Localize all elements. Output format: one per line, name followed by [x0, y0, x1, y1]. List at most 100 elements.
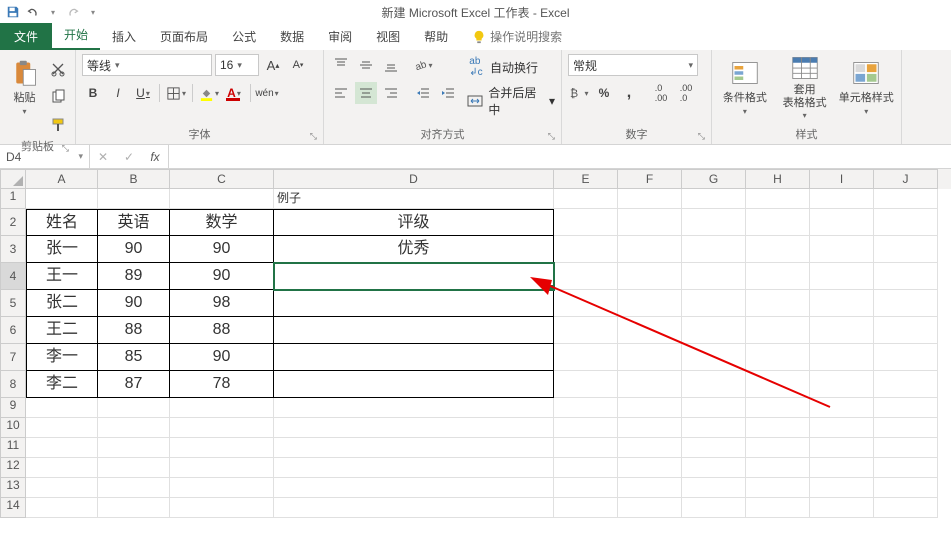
cell[interactable] [274, 478, 554, 498]
cell[interactable]: 数学 [170, 209, 274, 236]
redo-icon[interactable] [66, 5, 80, 19]
cell[interactable]: 90 [98, 236, 170, 263]
cell[interactable] [874, 344, 938, 371]
merge-center-button[interactable]: 合并后居中▾ [465, 84, 555, 118]
cell[interactable] [618, 344, 682, 371]
cell[interactable] [274, 317, 554, 344]
tab-file[interactable]: 文件 [0, 23, 52, 50]
cell[interactable] [682, 458, 746, 478]
cell[interactable] [746, 398, 810, 418]
cell[interactable] [874, 478, 938, 498]
cell[interactable] [554, 263, 618, 290]
cell[interactable] [98, 498, 170, 518]
italic-button[interactable]: I [107, 82, 129, 104]
tab-layout[interactable]: 页面布局 [148, 23, 220, 50]
row-header[interactable]: 12 [0, 458, 26, 478]
cell[interactable] [274, 290, 554, 317]
format-as-table-button[interactable]: 套用 表格格式▾ [776, 54, 834, 120]
cell[interactable] [682, 317, 746, 344]
cell[interactable] [26, 189, 98, 209]
customize-qat-icon[interactable]: ▾ [86, 5, 100, 19]
orientation-icon[interactable]: ab▾ [412, 54, 434, 76]
cell[interactable] [874, 263, 938, 290]
cell[interactable] [810, 263, 874, 290]
cell[interactable] [746, 498, 810, 518]
cell[interactable]: 张二 [26, 290, 98, 317]
tab-home[interactable]: 开始 [52, 21, 100, 50]
cell[interactable] [554, 438, 618, 458]
cell[interactable] [26, 398, 98, 418]
cell[interactable] [26, 418, 98, 438]
cell[interactable] [874, 398, 938, 418]
cell[interactable] [810, 290, 874, 317]
col-header[interactable]: F [618, 169, 682, 189]
cell[interactable] [554, 458, 618, 478]
cell[interactable] [554, 371, 618, 398]
underline-button[interactable]: U▾ [132, 82, 154, 104]
number-format-select[interactable]: 常规▾ [568, 54, 698, 76]
cell[interactable] [874, 209, 938, 236]
cell[interactable] [554, 317, 618, 344]
font-launcher-icon[interactable]: ⤡ [310, 131, 317, 142]
cell[interactable]: 例子 [274, 189, 554, 209]
cell[interactable] [746, 438, 810, 458]
cell[interactable] [874, 418, 938, 438]
cell[interactable] [746, 418, 810, 438]
row-header[interactable]: 11 [0, 438, 26, 458]
cell[interactable] [746, 344, 810, 371]
col-header[interactable]: A [26, 169, 98, 189]
cell[interactable] [810, 209, 874, 236]
col-header[interactable]: E [554, 169, 618, 189]
fx-icon[interactable]: fx [142, 146, 168, 168]
cell[interactable] [170, 458, 274, 478]
cut-icon[interactable] [47, 58, 69, 80]
cell[interactable] [682, 290, 746, 317]
cell[interactable] [746, 290, 810, 317]
cell[interactable]: 英语 [98, 209, 170, 236]
cell[interactable] [274, 398, 554, 418]
cell[interactable] [618, 478, 682, 498]
accounting-icon[interactable]: ₿▾ [568, 82, 590, 104]
cell[interactable]: 87 [98, 371, 170, 398]
cell[interactable] [682, 236, 746, 263]
cell[interactable] [874, 498, 938, 518]
cell[interactable]: 张一 [26, 236, 98, 263]
conditional-format-button[interactable]: 条件格式▾ [718, 54, 772, 120]
cell[interactable] [810, 398, 874, 418]
col-header[interactable]: D [274, 169, 554, 189]
align-middle-icon[interactable] [355, 54, 377, 76]
cell[interactable] [274, 371, 554, 398]
cell[interactable]: 李一 [26, 344, 98, 371]
cell[interactable] [554, 189, 618, 209]
comma-icon[interactable]: , [618, 82, 640, 104]
cell[interactable] [170, 478, 274, 498]
align-bottom-icon[interactable] [380, 54, 402, 76]
cell[interactable] [274, 438, 554, 458]
decrease-font-icon[interactable]: A▾ [287, 54, 309, 76]
cell[interactable] [874, 458, 938, 478]
cell[interactable]: 78 [170, 371, 274, 398]
tab-insert[interactable]: 插入 [100, 23, 148, 50]
row-header[interactable]: 10 [0, 418, 26, 438]
increase-indent-icon[interactable] [437, 82, 459, 104]
cell[interactable] [98, 478, 170, 498]
cell[interactable] [618, 458, 682, 478]
cell[interactable] [26, 498, 98, 518]
qat-caret-icon[interactable]: ▾ [46, 5, 60, 19]
select-all-triangle[interactable] [0, 169, 26, 189]
cell[interactable] [554, 290, 618, 317]
cell[interactable] [26, 458, 98, 478]
cell[interactable] [170, 498, 274, 518]
cell[interactable] [554, 498, 618, 518]
font-name-select[interactable]: 等线▾ [82, 54, 212, 76]
cell[interactable]: 优秀 [274, 236, 554, 263]
row-header[interactable]: 2 [0, 209, 26, 236]
save-icon[interactable] [6, 5, 20, 19]
cell[interactable] [746, 189, 810, 209]
cell[interactable] [746, 317, 810, 344]
col-header[interactable]: I [810, 169, 874, 189]
align-center-icon[interactable] [355, 82, 377, 104]
align-left-icon[interactable] [330, 82, 352, 104]
cell[interactable] [746, 478, 810, 498]
cell[interactable] [810, 418, 874, 438]
